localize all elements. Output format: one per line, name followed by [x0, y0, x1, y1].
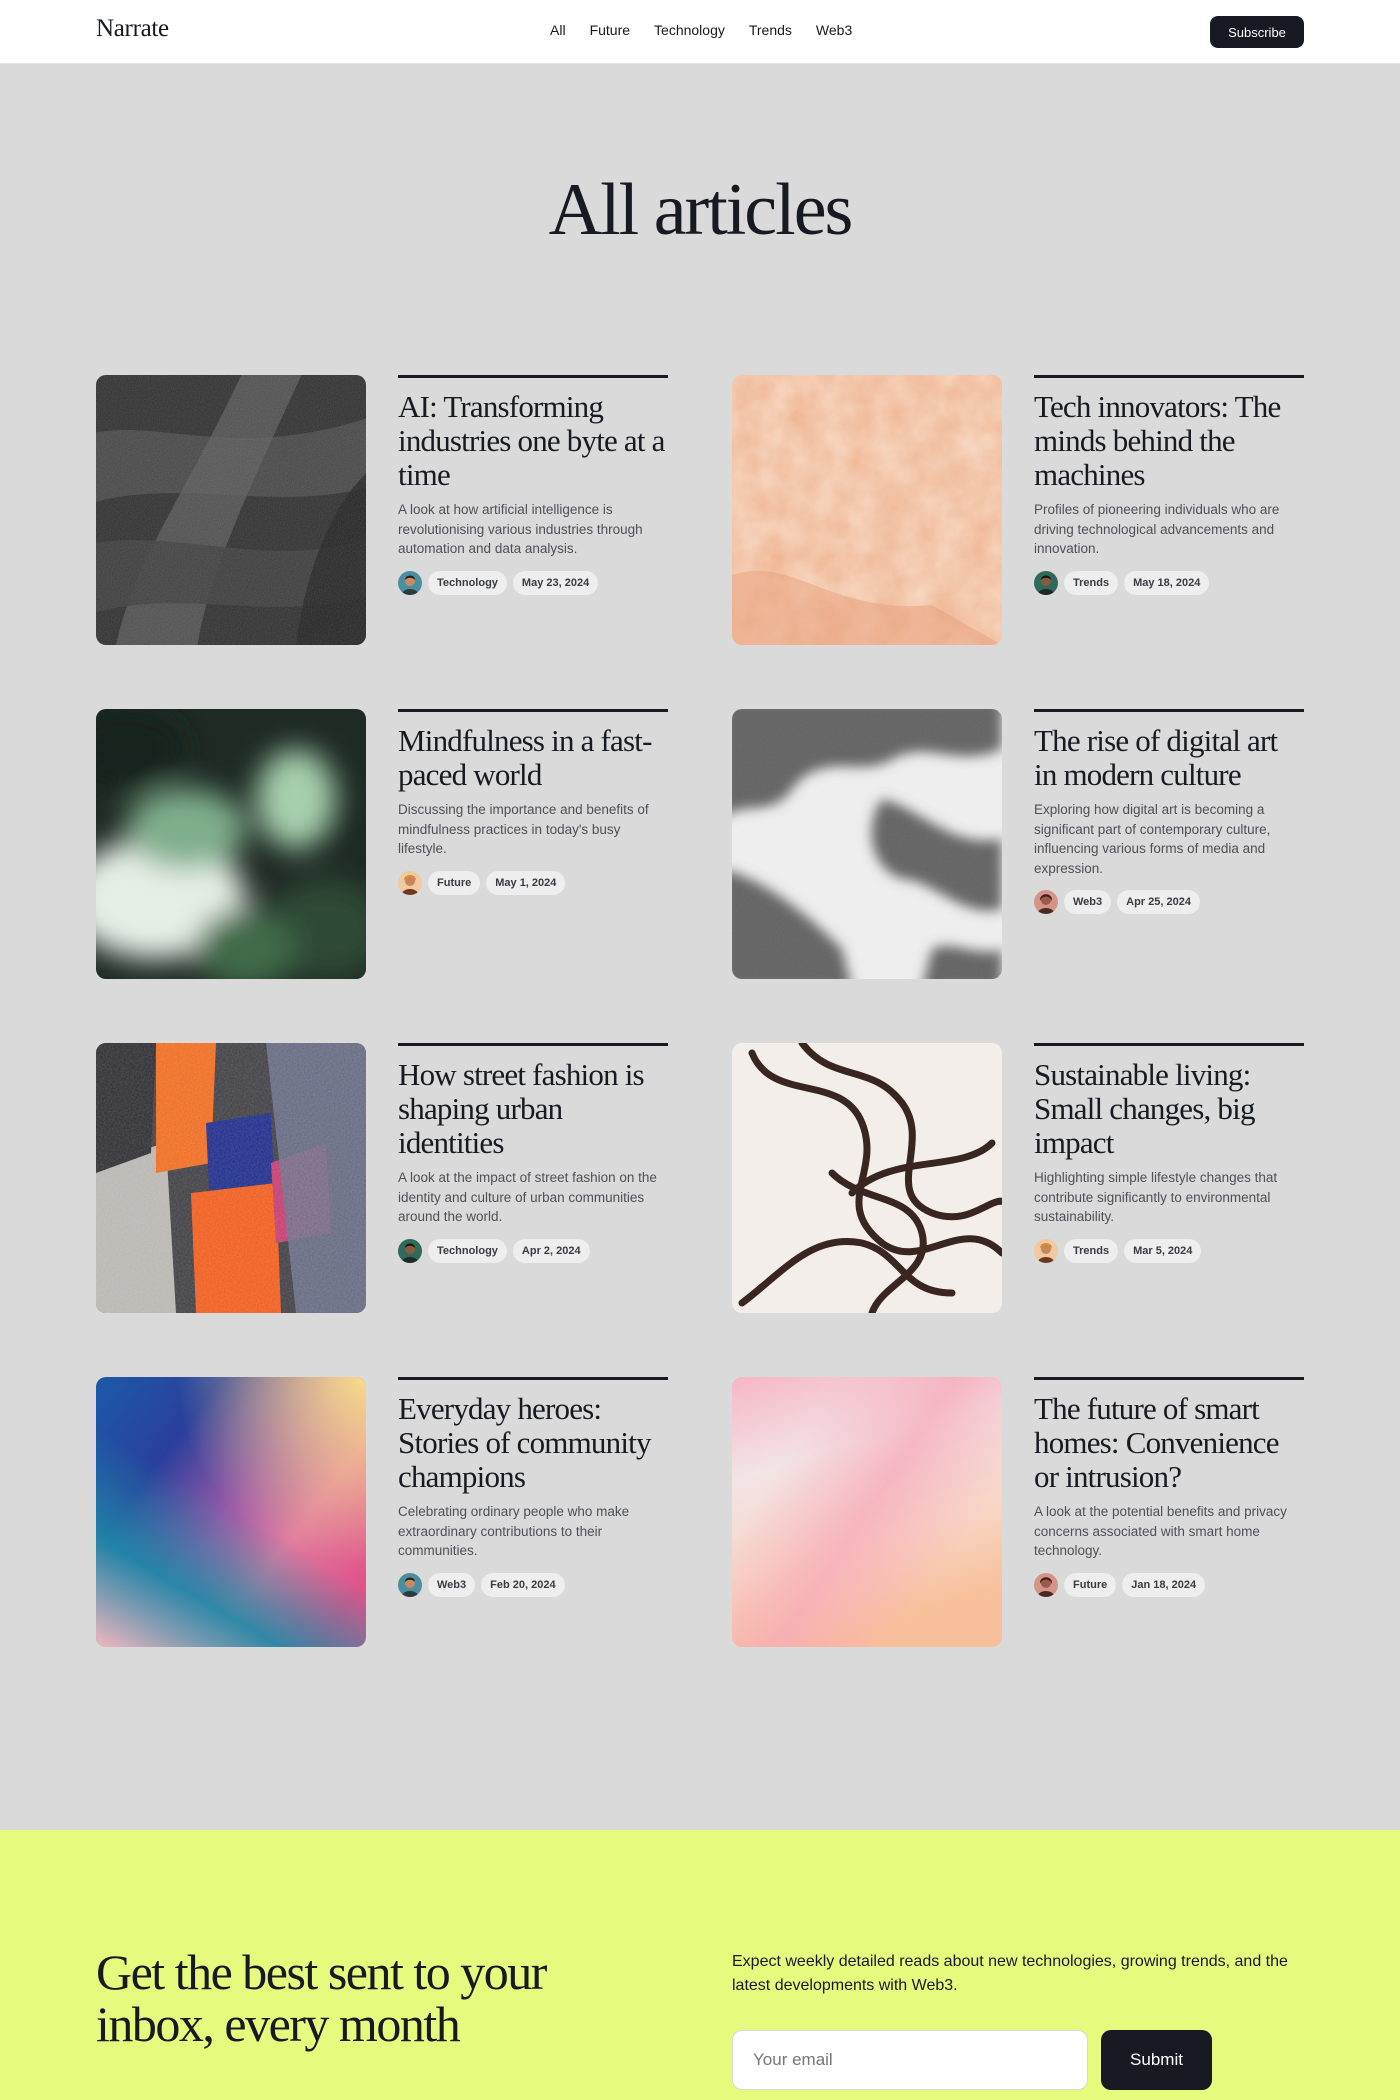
article-content: Mindfulness in a fast-paced world Discus… [398, 709, 668, 895]
article-image-peach-texture[interactable] [732, 375, 1002, 645]
article-card[interactable]: How street fashion is shaping urban iden… [96, 1043, 668, 1313]
article-content: Everyday heroes: Stories of community ch… [398, 1377, 668, 1597]
logo[interactable]: Narrate [96, 15, 169, 43]
subscribe-button[interactable]: Subscribe [1210, 16, 1304, 48]
article-title[interactable]: How street fashion is shaping urban iden… [398, 1058, 668, 1160]
article-card[interactable]: Tech innovators: The minds behind the ma… [732, 375, 1304, 645]
article-description: A look at how artificial intelligence is… [398, 502, 643, 556]
article-meta: Future May 1, 2024 [398, 870, 668, 895]
author-avatar [398, 1238, 422, 1263]
category-badge[interactable]: Trends [1064, 1238, 1119, 1263]
date-badge: May 23, 2024 [512, 570, 599, 595]
date-badge: Mar 5, 2024 [1124, 1238, 1202, 1263]
date-badge: Jan 18, 2024 [1122, 1572, 1206, 1597]
article-content: Tech innovators: The minds behind the ma… [1034, 375, 1304, 595]
article-meta: Web3 Apr 25, 2024 [1034, 890, 1304, 914]
article-description: A look at the potential benefits and pri… [1034, 1504, 1287, 1558]
category-badge[interactable]: Web3 [1064, 890, 1112, 914]
article-content: The future of smart homes: Convenience o… [1034, 1377, 1304, 1597]
category-badge[interactable]: Future [428, 870, 481, 895]
nav-item-future[interactable]: Future [590, 22, 630, 38]
article-card[interactable]: The rise of digital art in modern cultur… [732, 709, 1304, 979]
category-badge[interactable]: Web3 [428, 1572, 476, 1597]
newsletter-section: Get the best sent to your inbox, every m… [0, 1830, 1400, 2100]
article-description: Celebrating ordinary people who make ext… [398, 1504, 630, 1558]
author-avatar [398, 870, 422, 895]
date-badge: Feb 20, 2024 [481, 1572, 565, 1597]
article-meta: Technology Apr 2, 2024 [398, 1238, 668, 1263]
article-title[interactable]: Mindfulness in a fast-paced world [398, 724, 668, 792]
author-avatar [1034, 1572, 1058, 1597]
author-avatar [1034, 890, 1058, 914]
article-meta: Technology May 23, 2024 [398, 570, 668, 595]
article-meta: Trends Mar 5, 2024 [1034, 1238, 1304, 1263]
article-image-green-blur[interactable] [96, 709, 366, 979]
newsletter-description: Expect weekly detailed reads about new t… [732, 1953, 1288, 1994]
article-meta: Trends May 18, 2024 [1034, 570, 1304, 595]
category-badge[interactable]: Technology [428, 570, 507, 595]
nav-item-trends[interactable]: Trends [749, 22, 792, 38]
author-avatar [398, 570, 422, 595]
article-description: Profiles of pioneering individuals who a… [1034, 502, 1280, 556]
article-content: The rise of digital art in modern cultur… [1034, 709, 1304, 914]
date-badge: Apr 2, 2024 [512, 1238, 590, 1263]
article-card[interactable]: Everyday heroes: Stories of community ch… [96, 1377, 668, 1647]
article-card[interactable]: AI: Transforming industries one byte at … [96, 375, 668, 645]
nav-item-web3[interactable]: Web3 [816, 22, 852, 38]
article-description: A look at the impact of street fashion o… [398, 1170, 657, 1224]
article-image-grey-shadows[interactable] [732, 709, 1002, 979]
site-header: Narrate All Future Technology Trends Web… [0, 0, 1400, 64]
article-title[interactable]: Sustainable living: Small changes, big i… [1034, 1058, 1304, 1160]
article-description: Exploring how digital art is becoming a … [1034, 802, 1271, 876]
author-avatar [1034, 570, 1058, 595]
article-title[interactable]: Tech innovators: The minds behind the ma… [1034, 390, 1304, 492]
article-card[interactable]: The future of smart homes: Convenience o… [732, 1377, 1304, 1647]
article-description: Highlighting simple lifestyle changes th… [1034, 1170, 1278, 1224]
article-title[interactable]: Everyday heroes: Stories of community ch… [398, 1392, 668, 1494]
author-avatar [398, 1572, 422, 1597]
article-image-dark-brushstrokes[interactable] [96, 375, 366, 645]
newsletter-title: Get the best sent to your inbox, every m… [96, 1944, 547, 2052]
email-input[interactable] [732, 2030, 1088, 2090]
article-meta: Web3 Feb 20, 2024 [398, 1572, 668, 1597]
category-badge[interactable]: Future [1064, 1572, 1117, 1597]
nav-item-all[interactable]: All [550, 22, 566, 38]
date-badge: May 1, 2024 [486, 870, 566, 895]
article-card[interactable]: Mindfulness in a fast-paced world Discus… [96, 709, 668, 979]
article-content: Sustainable living: Small changes, big i… [1034, 1043, 1304, 1263]
category-badge[interactable]: Trends [1064, 570, 1119, 595]
submit-button[interactable]: Submit [1101, 2030, 1212, 2090]
article-title[interactable]: AI: Transforming industries one byte at … [398, 390, 668, 492]
author-avatar [1034, 1238, 1058, 1263]
article-card[interactable]: Sustainable living: Small changes, big i… [732, 1043, 1304, 1313]
category-badge[interactable]: Technology [428, 1238, 507, 1263]
nav-item-technology[interactable]: Technology [654, 22, 725, 38]
date-badge: Apr 25, 2024 [1117, 890, 1200, 914]
article-content: How street fashion is shaping urban iden… [398, 1043, 668, 1263]
article-image-pink-peach-gradient[interactable] [732, 1377, 1002, 1647]
article-title[interactable]: The rise of digital art in modern cultur… [1034, 724, 1304, 792]
date-badge: May 18, 2024 [1124, 570, 1210, 595]
main-nav: All Future Technology Trends Web3 [550, 22, 852, 38]
article-image-line-scribbles[interactable] [732, 1043, 1002, 1313]
page-title: All articles [548, 169, 854, 251]
article-image-colorful-strokes[interactable] [96, 1043, 366, 1313]
article-title[interactable]: The future of smart homes: Convenience o… [1034, 1392, 1304, 1494]
article-image-blue-pink-gradient[interactable] [96, 1377, 366, 1647]
article-content: AI: Transforming industries one byte at … [398, 375, 668, 595]
article-meta: Future Jan 18, 2024 [1034, 1572, 1304, 1597]
article-description: Discussing the importance and benefits o… [398, 802, 649, 856]
